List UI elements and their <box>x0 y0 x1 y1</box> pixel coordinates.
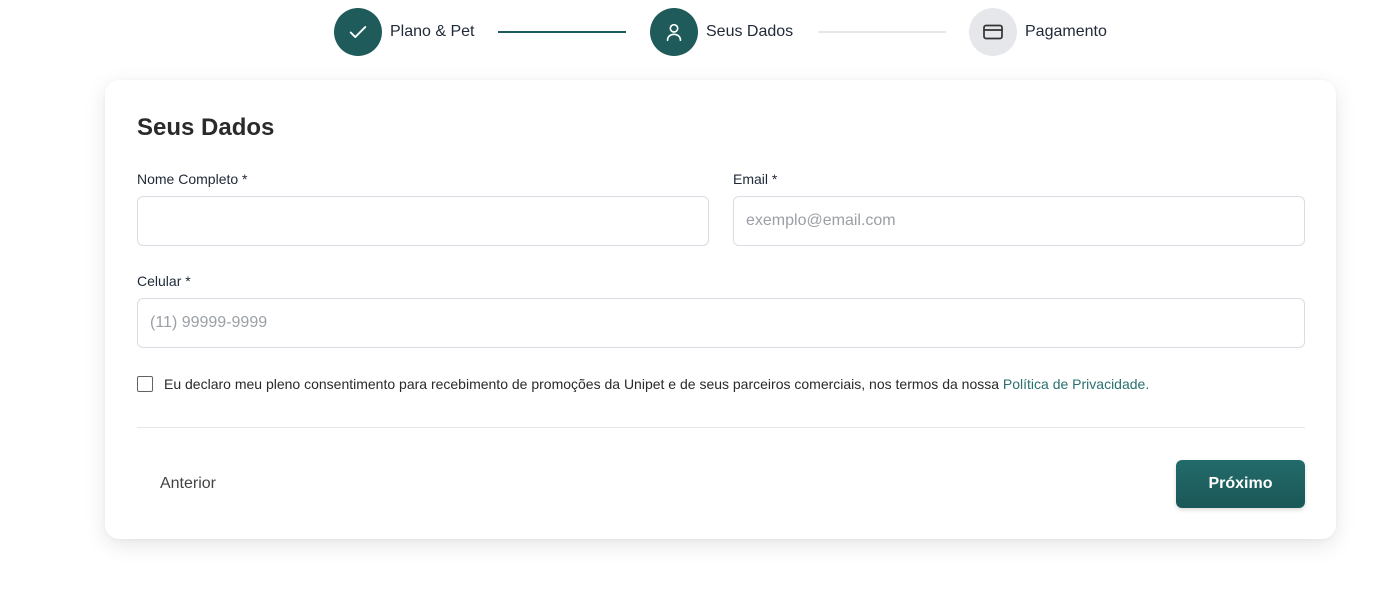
consent-checkbox[interactable] <box>137 376 153 392</box>
name-label: Nome Completo * <box>137 171 248 187</box>
progress-stepper: Plano & Pet Seus Dados Pagamento <box>0 0 1388 64</box>
credit-card-icon <box>983 24 1003 40</box>
step-seus-dados <box>650 8 698 56</box>
consent-row: Eu declaro meu pleno consentimento para … <box>137 374 1149 394</box>
step-connector-completed <box>498 31 626 33</box>
actions-divider <box>137 427 1305 428</box>
phone-input[interactable] <box>137 298 1305 348</box>
step-label-plano-pet: Plano & Pet <box>390 23 475 40</box>
check-icon <box>349 26 367 38</box>
step-label-seus-dados: Seus Dados <box>706 23 794 40</box>
step-pagamento <box>969 8 1017 56</box>
form-title: Seus Dados <box>137 114 275 141</box>
consent-text: Eu declaro meu pleno consentimento para … <box>164 376 1149 392</box>
email-input[interactable] <box>733 196 1305 246</box>
step-connector-pending <box>818 31 946 33</box>
personal-data-card: Seus Dados Nome Completo * Email * Celul… <box>105 80 1336 539</box>
email-label: Email * <box>733 171 778 187</box>
user-icon <box>666 23 682 42</box>
consent-statement: Eu declaro meu pleno consentimento para … <box>164 376 1003 392</box>
step-label-pagamento: Pagamento <box>1025 23 1107 40</box>
step-plano-pet <box>334 8 382 56</box>
next-button[interactable]: Próximo <box>1176 460 1305 508</box>
previous-button[interactable]: Anterior <box>137 460 239 508</box>
privacy-policy-link[interactable]: Política de Privacidade. <box>1003 376 1149 392</box>
phone-label: Celular * <box>137 273 191 289</box>
full-name-input[interactable] <box>137 196 709 246</box>
